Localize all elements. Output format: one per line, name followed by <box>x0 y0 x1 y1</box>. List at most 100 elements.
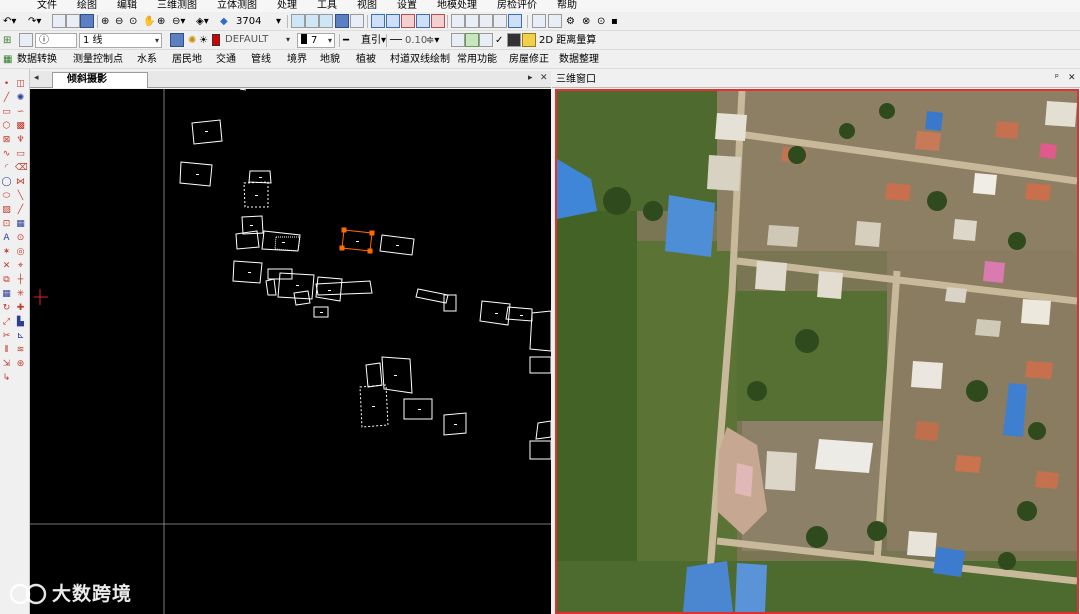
menu-house-fix[interactable]: 房屋修正 <box>509 53 549 66</box>
target-tool-icon[interactable]: ⊙ <box>15 233 26 243</box>
ellipse-tool-icon[interactable]: ⬭ <box>1 191 12 201</box>
insert-tool-icon[interactable]: ⊡ <box>1 219 12 229</box>
3d-aerial-view[interactable] <box>555 89 1079 614</box>
cad-drawing-canvas[interactable] <box>30 89 551 614</box>
grid-tool-icon[interactable]: ▦ <box>15 219 26 229</box>
box-tool-icon[interactable]: ⊠ <box>1 135 12 145</box>
polygon-tool-icon[interactable]: ⬡ <box>1 121 12 131</box>
tab-oblique-photo[interactable]: 倾斜摄影 <box>52 72 148 88</box>
color-combo[interactable]: 7 ▾ <box>297 33 335 48</box>
brush-icon[interactable]: ✓ <box>495 34 503 47</box>
model-select-icon[interactable] <box>416 14 430 28</box>
arc-tool-icon[interactable]: ◜ <box>1 163 12 173</box>
copy-tool-icon[interactable]: ⧉ <box>1 275 12 285</box>
erase-tool-icon[interactable]: ⌫ <box>15 163 28 173</box>
menu-vegetation[interactable]: 植被 <box>356 53 376 66</box>
menu-traffic[interactable]: 交通 <box>216 53 236 66</box>
mark-tool-icon[interactable]: ✶ <box>1 247 12 257</box>
snap-icon[interactable] <box>451 14 465 28</box>
model-edit-icon[interactable] <box>386 14 400 28</box>
scale-tool-icon[interactable]: ⤢ <box>1 317 12 327</box>
menu-terrain-model[interactable]: 地模处理 <box>437 0 477 11</box>
linetype-combo[interactable]: DEFAULT ▾ <box>222 33 292 48</box>
model-close-icon[interactable] <box>431 14 445 28</box>
menu-stereo-mapping[interactable]: 立体测图 <box>217 0 257 11</box>
layer-grid-icon[interactable] <box>305 14 319 28</box>
refresh-icon[interactable]: ⊙ <box>597 15 605 28</box>
menu-common[interactable]: 常用功能 <box>457 53 497 66</box>
lightbulb-icon[interactable]: ✺ <box>188 34 196 47</box>
text-tool-icon[interactable]: A <box>1 233 12 243</box>
pin-tool-icon[interactable]: ╲ <box>15 191 26 201</box>
chart-tool-icon[interactable]: ▙ <box>15 317 26 327</box>
menu-3d-mapping[interactable]: 三维测图 <box>157 0 197 11</box>
layer-make-current-icon[interactable] <box>170 33 184 47</box>
layer-state-icon[interactable] <box>19 33 33 47</box>
lineweight-dropdown-icon[interactable]: ≑▾ <box>426 34 439 47</box>
attribute-icon[interactable] <box>479 14 493 28</box>
monitor-icon[interactable] <box>507 33 521 47</box>
zoom-extent-icon[interactable]: ⊕ <box>157 15 165 28</box>
menu-view[interactable]: 视图 <box>357 0 377 11</box>
menu-landform[interactable]: 地貌 <box>320 53 340 66</box>
menu-control-point[interactable]: 测量控制点 <box>73 53 123 66</box>
distance-measure-button[interactable]: 2D 距离量算 <box>539 34 596 47</box>
layer-list-icon[interactable] <box>548 14 562 28</box>
pan-icon[interactable]: ✋ <box>143 15 155 28</box>
style-label[interactable]: 直引 <box>361 34 381 47</box>
snap-tool-icon[interactable]: ✺ <box>15 93 26 103</box>
model-delete-icon[interactable] <box>401 14 415 28</box>
paste-icon[interactable] <box>80 14 94 28</box>
menu-boundary[interactable]: 境界 <box>287 53 307 66</box>
sun-icon[interactable]: ☀ <box>199 34 208 47</box>
point-tool-icon[interactable]: • <box>1 79 12 89</box>
stretch-tool-icon[interactable]: ⇲ <box>1 359 12 369</box>
menu-pipeline[interactable]: 管线 <box>251 53 271 66</box>
properties-icon[interactable] <box>465 33 479 47</box>
menu-water[interactable]: 水系 <box>137 53 157 66</box>
tab-prev-icon[interactable]: ◂ <box>34 73 39 83</box>
circle2-tool-icon[interactable]: ◎ <box>15 247 26 257</box>
layer-tool-icon[interactable]: ◫ <box>15 79 26 89</box>
cube-icon[interactable] <box>522 33 536 47</box>
menu-data-convert[interactable]: 数据转换 <box>17 53 57 66</box>
cut-icon[interactable] <box>52 14 66 28</box>
cross-tool-icon[interactable]: ┼ <box>15 275 26 285</box>
table-icon[interactable] <box>319 14 333 28</box>
rect-tool-icon[interactable]: ▭ <box>1 107 12 117</box>
tab-next-icon[interactable]: ▸ <box>528 73 533 83</box>
center-tool-icon[interactable]: ⌖ <box>15 261 26 271</box>
gear-icon[interactable]: ⚙ <box>566 15 575 28</box>
menu-edit[interactable]: 编辑 <box>117 0 137 11</box>
record-icon[interactable] <box>350 14 364 28</box>
menu-help[interactable]: 帮助 <box>557 0 577 11</box>
view-cube-icon[interactable]: ◈▾ <box>196 15 209 28</box>
plus-tool-icon[interactable]: ✚ <box>15 303 26 313</box>
menu-data-tidy[interactable]: 数据整理 <box>559 53 599 66</box>
extend-tool-icon[interactable]: ╱ <box>15 205 26 215</box>
text-icon[interactable] <box>493 14 507 28</box>
list-icon[interactable] <box>532 14 546 28</box>
table-tool-icon[interactable]: ▦ <box>1 289 12 299</box>
curve-tool-icon[interactable]: ∽ <box>15 107 26 117</box>
model-view-icon[interactable] <box>371 14 385 28</box>
spline-tool-icon[interactable]: ∿ <box>1 149 12 159</box>
menu-settings[interactable]: 设置 <box>397 0 417 11</box>
lineweight-value[interactable]: 0.10 <box>405 34 427 47</box>
data-table-icon[interactable] <box>335 14 349 28</box>
close-icon[interactable]: ✕ <box>540 73 548 83</box>
layer-filter-combo[interactable]: ⓘ <box>35 33 77 48</box>
menu-village-road[interactable]: 村道双线绘制 <box>390 53 450 66</box>
menu-house-evaluation[interactable]: 房检评价 <box>497 0 537 11</box>
layer-manager-icon[interactable]: ⊞ <box>3 34 11 47</box>
undo-icon[interactable]: ↶▾ <box>3 15 16 28</box>
trim-tool-icon[interactable]: ✂ <box>1 331 12 341</box>
layer-color-swatch[interactable] <box>212 34 220 46</box>
line-tool-icon[interactable]: ╱ <box>1 93 12 103</box>
scale-value[interactable]: 3704 <box>236 15 261 28</box>
align-tool-icon[interactable]: ⊾ <box>15 331 26 341</box>
star-tool-icon[interactable]: ✳ <box>15 289 26 299</box>
pin-icon[interactable]: ᵖ <box>1055 73 1059 83</box>
menu-draw[interactable]: 绘图 <box>77 0 97 11</box>
menu-residential[interactable]: 居民地 <box>172 53 202 66</box>
